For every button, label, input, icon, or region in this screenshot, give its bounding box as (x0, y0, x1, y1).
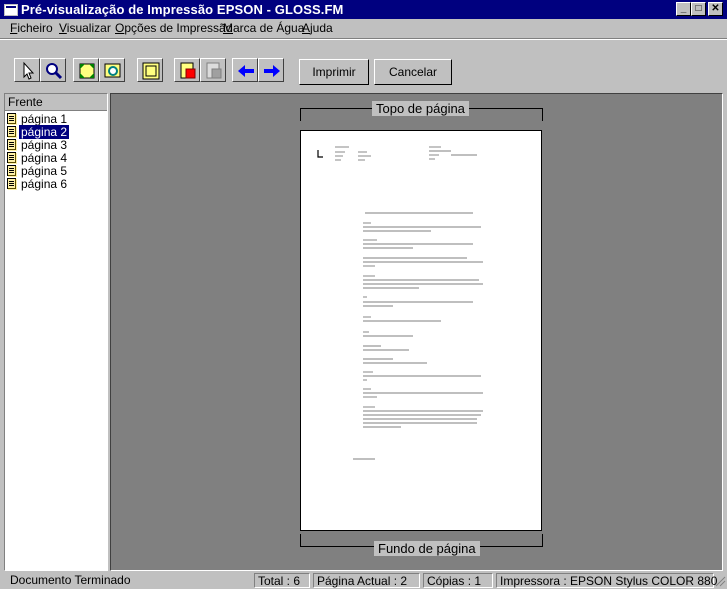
resize-grip-icon[interactable] (715, 576, 726, 587)
minimize-button[interactable]: _ (676, 2, 691, 16)
menu-ajuda[interactable]: Ajuda (302, 21, 333, 35)
next-page-arrow-icon (264, 65, 280, 77)
status-bar: Documento Terminado Total : 6 Página Act… (0, 572, 727, 589)
status-total: Total : 6 (254, 573, 310, 588)
page-icon (7, 139, 17, 151)
page-list-header[interactable]: Frente (5, 94, 107, 111)
previous-page-button[interactable] (232, 58, 258, 82)
margins-icon (142, 62, 160, 80)
previous-page-arrow-icon (238, 65, 254, 77)
close-icon: ✕ (711, 3, 720, 14)
page-icon (7, 113, 17, 125)
add-page-button[interactable] (174, 58, 200, 82)
page-icon (7, 165, 17, 177)
status-document: Documento Terminado (10, 573, 131, 587)
page-icon (7, 178, 17, 190)
cancel-button[interactable]: Cancelar (374, 59, 452, 85)
zoom-page-button[interactable] (99, 58, 125, 82)
pointer-icon (23, 61, 35, 80)
remove-page-button[interactable] (200, 58, 226, 82)
page-preview[interactable] (300, 130, 542, 531)
title-bar[interactable]: Pré-visualização de Impressão EPSON - GL… (0, 0, 727, 19)
menu-ficheiro[interactable]: Ficheiro (10, 21, 53, 35)
next-page-button[interactable] (258, 58, 284, 82)
menu-marca-de-agua[interactable]: Marca de Água (223, 21, 304, 35)
page-list-item-6[interactable]: página 6 (7, 178, 107, 191)
status-printer: Impressora : EPSON Stylus COLOR 880 (496, 573, 717, 588)
menu-opcoes-impressao[interactable]: Opções de Impressão (115, 21, 232, 35)
fit-page-icon (79, 63, 95, 79)
zoom-button[interactable] (40, 58, 66, 82)
close-button[interactable]: ✕ (708, 2, 723, 16)
remove-page-icon (206, 62, 222, 79)
menu-bar: Ficheiro Visualizar Opções de Impressão … (0, 19, 727, 38)
menu-visualizar[interactable]: Visualizar (59, 21, 111, 35)
margins-button[interactable] (137, 58, 163, 82)
page-top-label: Topo de página (372, 101, 469, 116)
zoom-icon (46, 63, 63, 80)
pointer-button[interactable] (14, 58, 40, 82)
zoom-page-icon (104, 63, 121, 78)
add-page-icon (180, 62, 196, 79)
status-current-page: Página Actual : 2 (313, 573, 420, 588)
page-content-thumbnail (317, 146, 483, 460)
window-title: Pré-visualização de Impressão EPSON - GL… (21, 2, 344, 17)
print-button[interactable]: Imprimir (299, 59, 369, 85)
maximize-icon: □ (695, 3, 702, 14)
page-bottom-label: Fundo de página (374, 541, 480, 556)
app-window-icon[interactable] (4, 4, 18, 16)
maximize-button[interactable]: □ (691, 2, 706, 16)
fit-page-button[interactable] (73, 58, 99, 82)
page-list-panel: Frente página 1 página 2 página 3 página… (4, 93, 108, 571)
toolbar: Imprimir Cancelar (0, 40, 727, 90)
page-icon (7, 152, 17, 164)
minimize-icon: _ (680, 3, 687, 14)
page-icon (7, 126, 17, 138)
status-copies: Cópias : 1 (423, 573, 493, 588)
